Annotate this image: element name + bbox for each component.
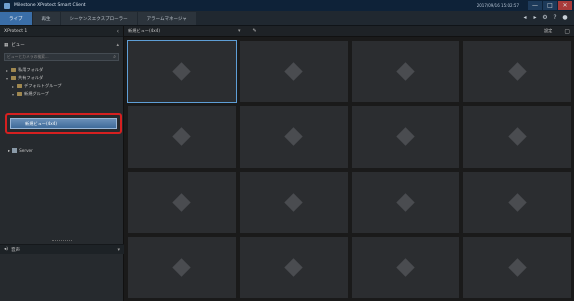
- sidebar: XProtect 1 ‹ ▦ ビュー ▴ ビューとカメラの検索... ⌕ ▸ 私…: [0, 26, 124, 301]
- server-icon: [12, 148, 18, 153]
- camera-view-slot[interactable]: [238, 235, 349, 299]
- camera-view-slot[interactable]: [238, 170, 349, 234]
- tree-item-label: 共有フォルダ: [18, 75, 44, 80]
- camera-view-slot[interactable]: [127, 40, 237, 104]
- views-pane-header[interactable]: ▦ ビュー ▴: [0, 40, 123, 50]
- empty-slot-icon: [396, 258, 415, 277]
- empty-slot-icon: [284, 258, 303, 277]
- camera-grid: [127, 40, 572, 299]
- empty-slot-icon: [396, 62, 415, 81]
- camera-view-slot[interactable]: [238, 40, 349, 104]
- chevron-up-icon[interactable]: ▴: [116, 42, 119, 48]
- search-icon[interactable]: ⌕: [113, 54, 116, 60]
- camera-view-slot[interactable]: [350, 235, 461, 299]
- empty-slot-icon: [507, 62, 527, 81]
- views-title: ビュー: [11, 43, 25, 48]
- camera-view-slot[interactable]: [127, 105, 237, 169]
- back-icon[interactable]: ◂: [522, 14, 528, 21]
- server-label: Server: [19, 148, 33, 153]
- expand-arrow-icon[interactable]: ▸: [8, 148, 10, 153]
- camera-view-slot[interactable]: [350, 170, 461, 234]
- folder-icon: [11, 68, 16, 72]
- tree-item-new-group[interactable]: ▾ 新規グループ: [0, 90, 123, 98]
- empty-slot-icon: [284, 62, 303, 81]
- maximize-button[interactable]: □: [543, 1, 557, 10]
- views-grid-icon: ▦: [4, 42, 9, 48]
- gear-icon[interactable]: ⚙: [542, 14, 548, 21]
- product-title: XProtect 1: [4, 28, 28, 34]
- camera-view-slot[interactable]: [462, 235, 572, 299]
- chevron-down-icon[interactable]: ▾: [238, 28, 241, 34]
- camera-view-slot[interactable]: [238, 105, 349, 169]
- camera-view-slot[interactable]: [127, 235, 237, 299]
- empty-slot-icon: [507, 258, 527, 277]
- folder-icon: [17, 84, 22, 88]
- tab-live[interactable]: ライブ: [0, 12, 32, 25]
- camera-view-slot[interactable]: [462, 40, 572, 104]
- sidebar-header: XProtect 1 ‹: [0, 26, 123, 37]
- title-bar: Milestone XProtect Smart Client 2017/09/…: [0, 0, 574, 11]
- search-placeholder: ビューとカメラの検索...: [7, 54, 49, 59]
- app-logo-icon: [4, 2, 10, 9]
- highlight-frame: 新規ビュー(4x4): [5, 113, 122, 134]
- audio-pane-header[interactable]: ◂) 音声 ▾: [0, 244, 124, 254]
- window-title: Milestone XProtect Smart Client: [14, 3, 86, 8]
- empty-slot-icon: [172, 127, 192, 147]
- empty-slot-icon: [396, 192, 415, 212]
- lock-icon[interactable]: ●: [562, 14, 568, 21]
- empty-slot-icon: [284, 127, 303, 147]
- tab-alarm-manager[interactable]: アラームマネージャ: [137, 12, 196, 25]
- camera-view-slot[interactable]: [462, 170, 572, 234]
- edit-icon[interactable]: ✎: [253, 28, 257, 34]
- help-icon[interactable]: ?: [552, 14, 558, 21]
- empty-slot-icon: [284, 192, 303, 212]
- collapse-sidebar-icon[interactable]: ‹: [117, 28, 119, 35]
- close-button[interactable]: ✕: [558, 1, 572, 10]
- empty-slot-icon: [396, 127, 415, 147]
- folder-icon: [17, 92, 22, 96]
- clock-readout: 2017/09/16 15:02:57: [476, 3, 519, 8]
- minimize-button[interactable]: —: [528, 1, 542, 10]
- tree-item-server[interactable]: ▸ Server: [8, 148, 33, 153]
- empty-slot-icon: [507, 127, 527, 147]
- current-view-name[interactable]: 新規ビュー(4x4): [128, 28, 160, 34]
- empty-slot-icon: [507, 192, 527, 212]
- chevron-down-icon[interactable]: ▾: [117, 247, 120, 253]
- folder-icon: [11, 76, 16, 80]
- camera-view-slot[interactable]: [127, 170, 237, 234]
- pane-resize-handle[interactable]: [52, 240, 72, 241]
- camera-view-slot[interactable]: [350, 40, 461, 104]
- tree-item-private-folder[interactable]: ▸ 私用フォルダ: [0, 66, 123, 74]
- camera-view-slot[interactable]: [462, 105, 572, 169]
- empty-slot-icon: [172, 258, 192, 277]
- tree-item-label: 新規グループ: [24, 91, 49, 96]
- fullscreen-icon[interactable]: ▢: [564, 28, 570, 35]
- tree-item-default-group[interactable]: ▸ デフォルトグループ: [0, 82, 123, 90]
- view-search-input[interactable]: ビューとカメラの検索... ⌕: [4, 53, 119, 61]
- tab-sequence-explorer[interactable]: シーケンスエクスプローラー: [60, 12, 137, 25]
- empty-slot-icon: [172, 62, 192, 81]
- main-tab-bar: ライブ 再生 シーケンスエクスプローラー アラームマネージャ ◂ ▸ ⚙ ? ●: [0, 11, 574, 26]
- view-tree: ▸ 私用フォルダ ▾ 共有フォルダ ▸ デフォルトグループ ▾ 新規グループ: [0, 66, 123, 98]
- tree-item-label: デフォルトグループ: [24, 83, 62, 88]
- tree-item-shared-folder[interactable]: ▾ 共有フォルダ: [0, 74, 123, 82]
- forward-icon[interactable]: ▸: [532, 14, 538, 21]
- view-toolbar: 新規ビュー(4x4) ▾ ✎ 設定 ▢: [124, 26, 574, 37]
- setup-button[interactable]: 設定: [544, 28, 552, 34]
- tree-item-label: 私用フォルダ: [18, 67, 44, 72]
- camera-view-slot[interactable]: [350, 105, 461, 169]
- selected-view-item[interactable]: 新規ビュー(4x4): [10, 118, 117, 129]
- empty-slot-icon: [172, 192, 192, 212]
- speaker-icon: ◂): [4, 247, 9, 252]
- tab-playback[interactable]: 再生: [32, 12, 60, 25]
- audio-title: 音声: [11, 247, 21, 253]
